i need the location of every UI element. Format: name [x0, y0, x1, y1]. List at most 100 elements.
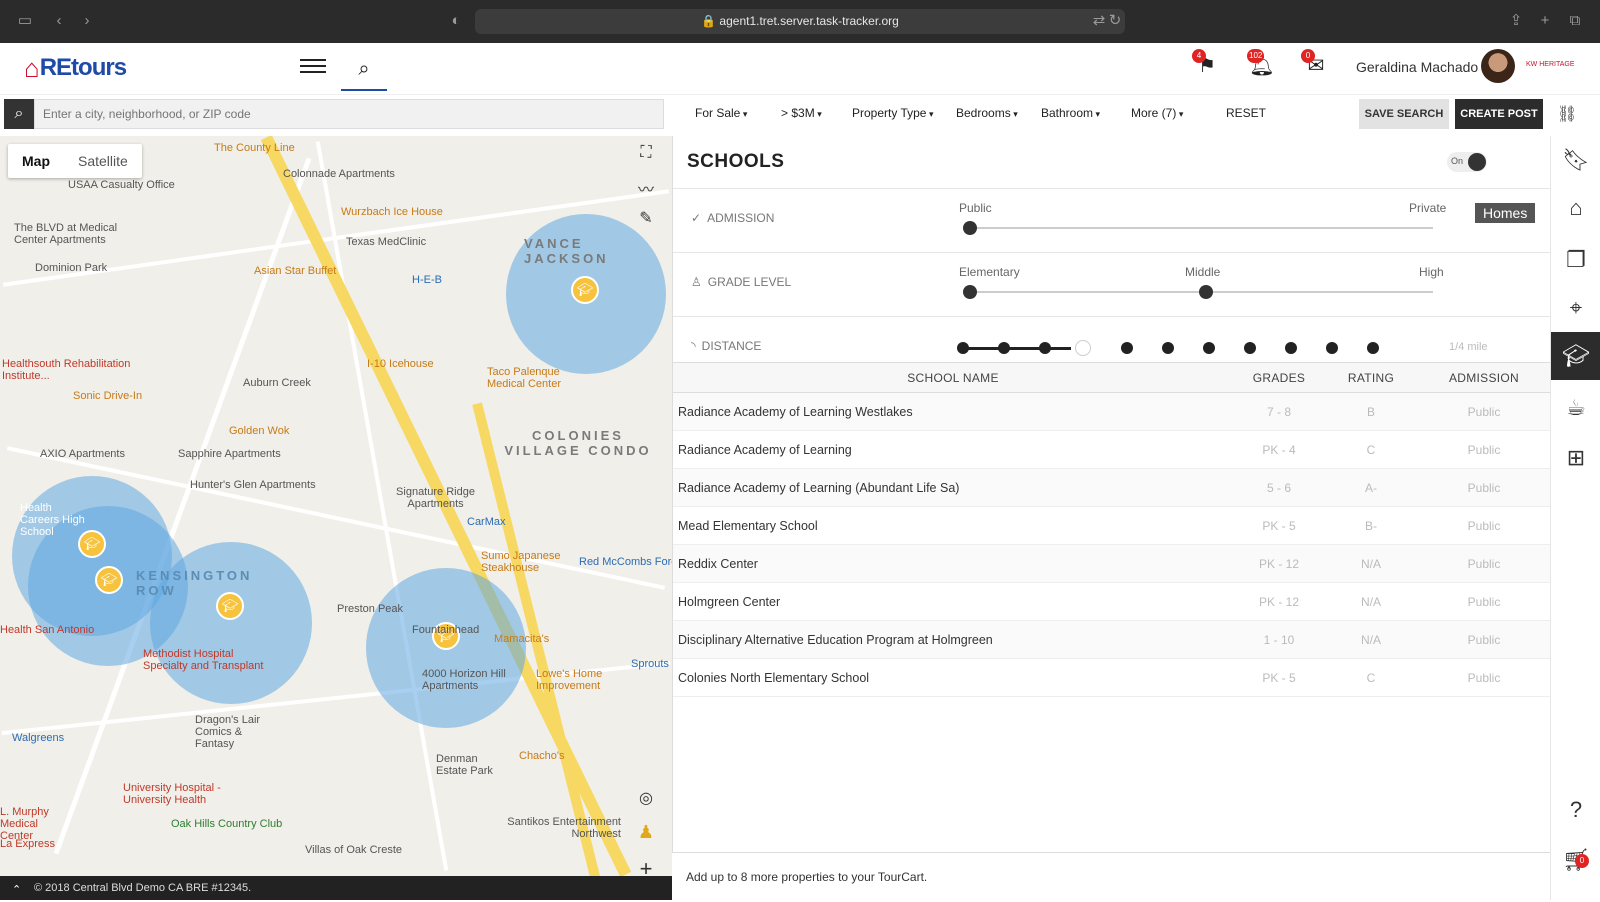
- for-sale-filter[interactable]: For Sale: [695, 106, 747, 120]
- grade-slider-handle-max[interactable]: [1199, 285, 1213, 299]
- map-view[interactable]: 🎓︎ 🎓︎ 🎓︎ 🎓︎ 🎓︎ The County Line Colonnade…: [0, 136, 672, 876]
- location-pin-icon[interactable]: ⌖: [1551, 284, 1600, 332]
- map-label: Hunter's Glen Apartments: [190, 479, 316, 491]
- pencil-icon[interactable]: ✎: [632, 208, 660, 240]
- school-marker-icon[interactable]: 🎓︎: [571, 276, 599, 304]
- school-grades: 1 - 10: [1233, 620, 1325, 659]
- bathroom-filter[interactable]: Bathroom: [1041, 106, 1100, 120]
- table-row[interactable]: Holmgreen Center PK - 12 N/A Public: [673, 582, 1551, 621]
- reload-icon[interactable]: ↻: [1106, 12, 1124, 30]
- school-marker-icon[interactable]: 🎓︎: [95, 566, 123, 594]
- reset-button[interactable]: RESET: [1226, 106, 1266, 120]
- school-rating: N/A: [1325, 620, 1417, 659]
- my-location-icon[interactable]: ◎: [632, 788, 660, 822]
- tabs-overview-icon[interactable]: ⧉: [1566, 12, 1584, 30]
- distance-step[interactable]: [1039, 342, 1051, 354]
- table-row[interactable]: Reddix Center PK - 12 N/A Public: [673, 544, 1551, 583]
- school-name[interactable]: Radiance Academy of Learning (Abundant L…: [673, 468, 1233, 507]
- admission-slider-track[interactable]: [965, 227, 1433, 229]
- school-icon[interactable]: 🎓︎: [1551, 332, 1600, 380]
- school-name[interactable]: Radiance Academy of Learning: [673, 430, 1233, 469]
- fullscreen-icon[interactable]: ⛶: [632, 144, 660, 176]
- street-view-icon[interactable]: ♟: [632, 822, 660, 856]
- distance-step[interactable]: [1285, 342, 1297, 354]
- map-label: Wurzbach Ice House: [341, 206, 443, 218]
- map-label: Taco Palenque Medical Center: [487, 366, 561, 390]
- distance-step[interactable]: [1121, 342, 1133, 354]
- table-row[interactable]: Disciplinary Alternative Education Progr…: [673, 620, 1551, 659]
- coffee-icon[interactable]: ☕︎: [1551, 384, 1600, 432]
- bookmark-icon[interactable]: 🔖︎: [1551, 136, 1600, 184]
- school-admission: Public: [1417, 582, 1551, 621]
- bedrooms-filter[interactable]: Bedrooms: [956, 106, 1018, 120]
- grade-high-label: High: [1419, 265, 1444, 279]
- logo[interactable]: ⌂ REtours: [24, 53, 127, 83]
- forward-icon[interactable]: ›: [78, 12, 96, 30]
- table-row[interactable]: Radiance Academy of Learning (Abundant L…: [673, 468, 1551, 507]
- school-name[interactable]: Reddix Center: [673, 544, 1233, 583]
- share-icon[interactable]: ⇪: [1507, 12, 1525, 30]
- column-header[interactable]: GRADES: [1233, 362, 1325, 393]
- gallery-icon[interactable]: ❐: [1551, 236, 1600, 284]
- tour-icon[interactable]: ⚑ 4: [1192, 49, 1222, 81]
- more-filters[interactable]: More (7): [1131, 106, 1183, 120]
- school-name[interactable]: Holmgreen Center: [673, 582, 1233, 621]
- search-icon[interactable]: ⌕: [4, 99, 34, 129]
- schools-toggle[interactable]: On: [1447, 152, 1487, 172]
- map-label: L. Murphy Medical Center: [0, 806, 49, 842]
- help-icon[interactable]: ?: [1551, 786, 1600, 834]
- location-search-input[interactable]: [34, 99, 664, 129]
- grade-slider-handle-min[interactable]: [963, 285, 977, 299]
- distance-step[interactable]: [1367, 342, 1379, 354]
- price-filter[interactable]: > $3M: [781, 106, 822, 120]
- distance-step[interactable]: [1326, 342, 1338, 354]
- menu-icon[interactable]: [300, 55, 326, 81]
- map-label: Sonic Drive-In: [73, 390, 143, 402]
- table-row[interactable]: Radiance Academy of Learning PK - 4 C Pu…: [673, 430, 1551, 469]
- save-search-button[interactable]: SAVE SEARCH: [1359, 99, 1449, 129]
- school-name[interactable]: Colonies North Elementary School: [673, 658, 1233, 697]
- distance-slider-handle[interactable]: [1075, 340, 1091, 356]
- table-row[interactable]: Radiance Academy of Learning Westlakes 7…: [673, 392, 1551, 431]
- map-label: Denman Estate Park: [436, 753, 493, 777]
- column-header[interactable]: RATING: [1325, 362, 1417, 393]
- shield-icon[interactable]: ◐: [447, 12, 465, 30]
- draw-line-icon[interactable]: 〰: [632, 176, 660, 208]
- bell-icon[interactable]: 🔔︎ 102: [1247, 49, 1277, 81]
- school-rating: B-: [1325, 506, 1417, 545]
- column-header[interactable]: ADMISSION: [1417, 362, 1551, 393]
- distance-step[interactable]: [1203, 342, 1215, 354]
- school-admission: Public: [1417, 468, 1551, 507]
- school-name[interactable]: Radiance Academy of Learning Westlakes: [673, 392, 1233, 431]
- distance-step[interactable]: [957, 342, 969, 354]
- distance-step[interactable]: [1244, 342, 1256, 354]
- chat-icon[interactable]: ✉ 0: [1301, 49, 1331, 81]
- admission-slider-handle[interactable]: [963, 221, 977, 235]
- distance-step[interactable]: [998, 342, 1010, 354]
- zoom-in-button[interactable]: +: [632, 856, 660, 876]
- new-tab-icon[interactable]: +: [1536, 12, 1554, 30]
- sidebar-toggle-icon[interactable]: ▭: [16, 12, 34, 30]
- map-label: Villas of Oak Creste: [305, 844, 403, 856]
- home-icon[interactable]: ⌂: [1551, 184, 1600, 232]
- homes-button[interactable]: Homes: [1475, 203, 1536, 223]
- table-row[interactable]: Colonies North Elementary School PK - 5 …: [673, 658, 1551, 697]
- distance-step[interactable]: [1162, 342, 1174, 354]
- property-type-filter[interactable]: Property Type: [852, 106, 934, 120]
- school-name[interactable]: Mead Elementary School: [673, 506, 1233, 545]
- column-header[interactable]: SCHOOL NAME: [673, 362, 1233, 393]
- link-icon[interactable]: ⛓: [1557, 104, 1577, 124]
- user-name[interactable]: Geraldina Machado: [1356, 59, 1478, 75]
- school-name[interactable]: Disciplinary Alternative Education Progr…: [673, 620, 1233, 659]
- map-tab[interactable]: Map: [8, 144, 64, 178]
- table-row[interactable]: Mead Elementary School PK - 5 B- Public: [673, 506, 1551, 545]
- calculator-icon[interactable]: ⊞: [1551, 434, 1600, 482]
- map-label: USAA Casualty Office: [68, 179, 175, 191]
- right-rail: 🔖︎ ⌂ ❐ ⌖ 🎓︎ ☕︎ ⊞ ? 🛒︎: [1550, 136, 1600, 900]
- map-search-icon[interactable]: ⌕: [341, 49, 387, 91]
- address-bar[interactable]: 🔒 agent1.tret.server.task-tracker.org: [475, 9, 1125, 34]
- satellite-tab[interactable]: Satellite: [64, 144, 142, 178]
- create-post-button[interactable]: CREATE POST: [1455, 99, 1543, 129]
- back-icon[interactable]: ‹: [50, 12, 68, 30]
- avatar[interactable]: [1481, 49, 1515, 83]
